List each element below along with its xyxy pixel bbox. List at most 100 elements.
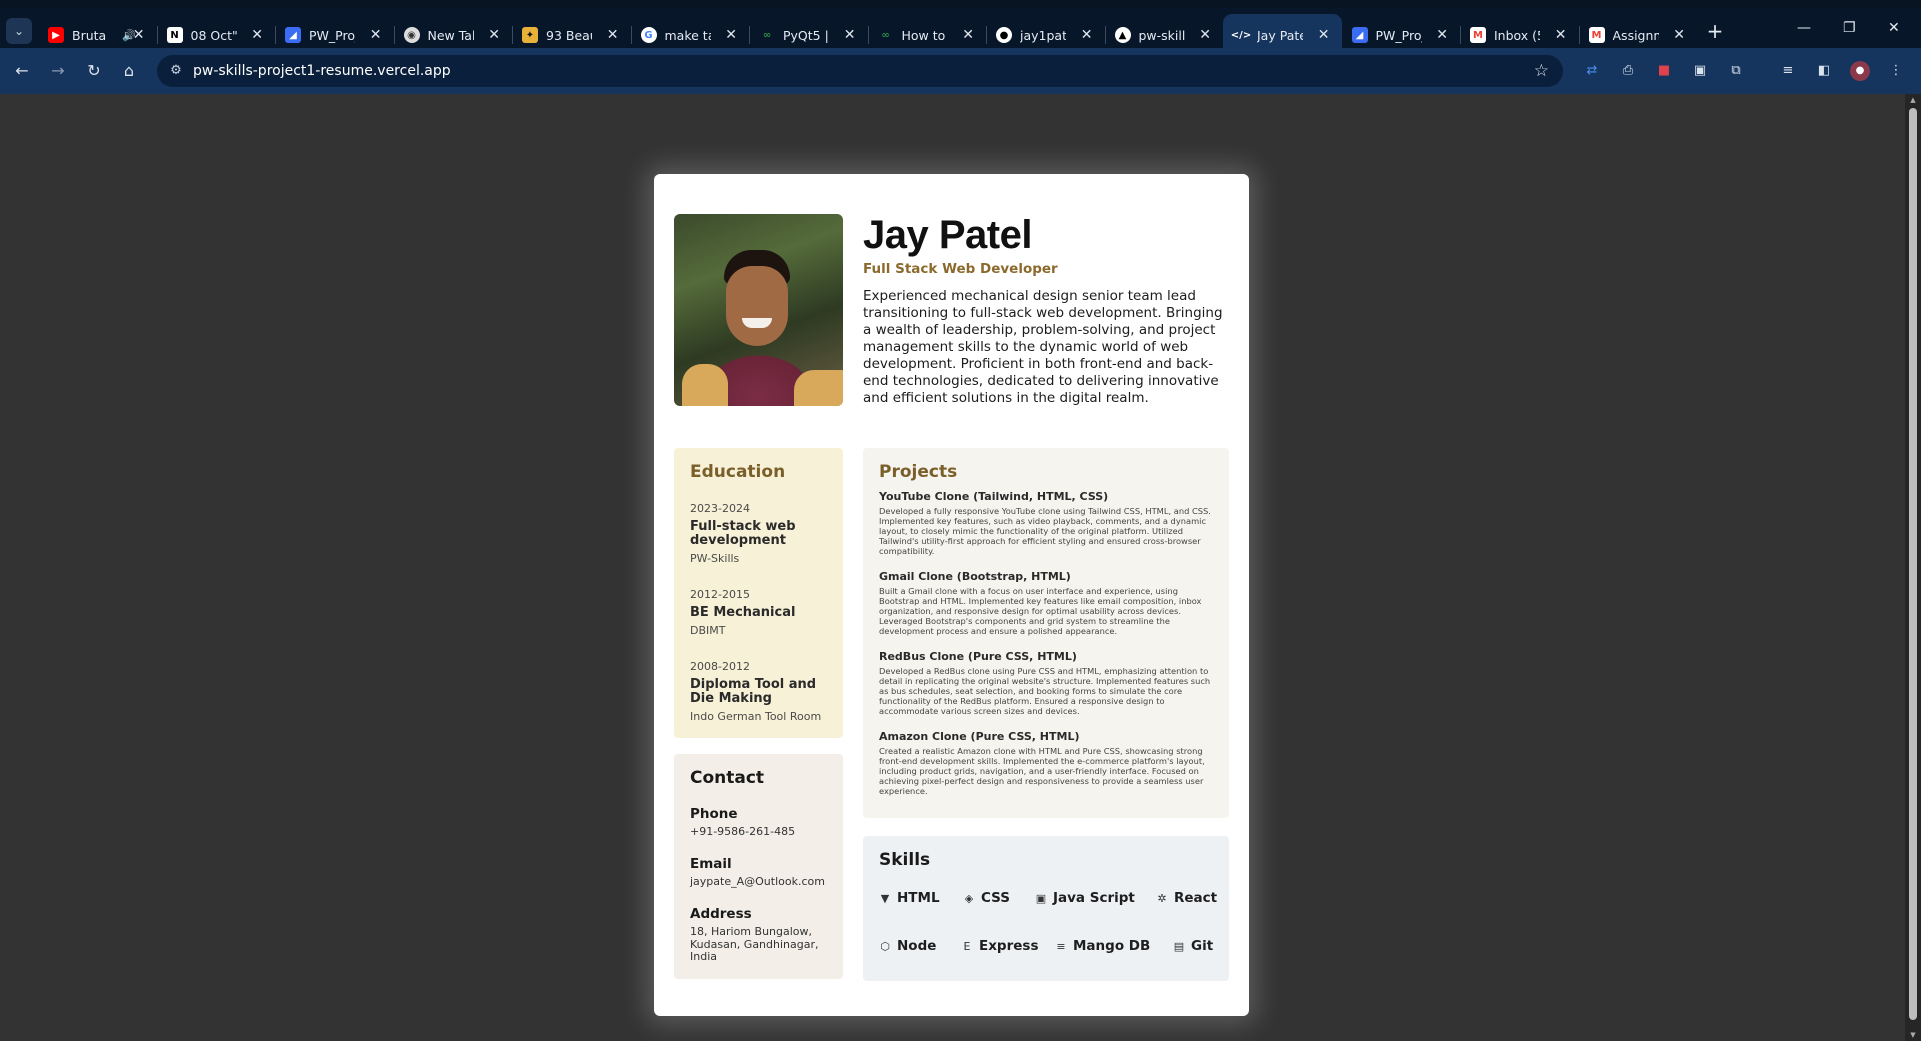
project-item: Gmail Clone (Bootstrap, HTML) Built a Gm… (879, 570, 1214, 636)
tab-title: 93 Beaut (546, 27, 592, 43)
tab-title: jay1patel (1020, 27, 1066, 43)
close-tab-icon[interactable]: ✕ (1318, 26, 1330, 44)
forward-arrow-icon[interactable]: → (46, 59, 70, 83)
skill-label: HTML (897, 890, 940, 906)
database-icon: ≡ (1056, 939, 1066, 953)
skill-label: Git (1191, 938, 1214, 954)
skill-javascript: ▣ Java Script (1035, 890, 1135, 906)
express-icon: E (963, 939, 971, 953)
phone-label: Phone (690, 806, 738, 822)
tab-title: 08 Oct"2 (190, 27, 237, 43)
contact-address: Address 18, Hariom Bungalow, Kudasan, Ga… (690, 906, 820, 964)
close-tab-icon[interactable]: ✕ (844, 26, 856, 44)
side-panel-icon[interactable]: ◧ (1814, 61, 1834, 81)
scroll-thumb[interactable] (1909, 108, 1917, 1020)
gfg-icon: ∞ (762, 29, 772, 41)
skill-express: E Express (961, 938, 1039, 954)
minimize-icon[interactable]: — (1797, 20, 1811, 36)
skill-react: ✲ React (1156, 890, 1217, 906)
url-text[interactable]: pw-skills-project1-resume.vercel.app (193, 62, 451, 80)
new-tab-plus-icon[interactable]: + (1702, 18, 1728, 44)
education-heading: Education (690, 462, 786, 482)
notion-icon: N (166, 27, 183, 43)
address-value: 18, Hariom Bungalow, Kudasan, Gandhinaga… (690, 925, 819, 963)
email-value: jaypate_A@Outlook.com (690, 875, 825, 888)
close-tab-icon[interactable]: ✕ (725, 26, 737, 44)
bookmark-star-icon[interactable]: ☆ (1534, 61, 1549, 81)
project-description: Developed a RedBus clone using Pure CSS … (879, 666, 1211, 716)
close-tab-icon[interactable]: ✕ (962, 26, 974, 44)
education-degree: BE Mechanical (690, 605, 796, 620)
tab-title: PW_Proj (309, 27, 355, 43)
restore-icon[interactable]: ❐ (1843, 20, 1856, 36)
skills-heading: Skills (879, 850, 931, 870)
reload-icon[interactable]: ↻ (82, 59, 106, 83)
tab-title: PW_Proj (1375, 27, 1422, 43)
skill-label: Node (897, 938, 937, 954)
education-years: 2012-2015 (690, 588, 750, 601)
pw-icon: ◢ (285, 27, 301, 43)
project-title: RedBus Clone (Pure CSS, HTML) (879, 650, 1077, 663)
resume-card: Jay Patel Full Stack Web Developer Exper… (654, 174, 1249, 1016)
education-item: 2008-2012 Diploma Tool and Die Making In… (690, 660, 835, 724)
close-tab-icon[interactable]: ✕ (1436, 26, 1448, 44)
project-item: RedBus Clone (Pure CSS, HTML) Developed … (879, 650, 1214, 716)
github-icon: ● (996, 27, 1012, 43)
media-controls-icon[interactable]: ≡ (1778, 61, 1798, 81)
tab-title: make tab (664, 27, 711, 43)
screen-capture-icon[interactable]: ▣ (1690, 61, 1710, 81)
extension-red-icon[interactable]: ■ (1654, 61, 1674, 81)
address-bar[interactable]: ⚙ pw-skills-project1-resume.vercel.app ☆ (157, 55, 1563, 87)
close-tab-icon[interactable]: ✕ (1673, 26, 1685, 44)
contact-email: Email jaypate_A@Outlook.com (690, 856, 835, 889)
close-tab-icon[interactable]: ✕ (370, 26, 382, 44)
close-tab-icon[interactable]: ✕ (607, 26, 619, 44)
contact-phone: Phone +91-9586-261-485 (690, 806, 835, 839)
close-tab-icon[interactable]: ✕ (488, 26, 500, 44)
gfg-icon: ∞ (881, 29, 890, 41)
back-arrow-icon[interactable]: ← (10, 59, 34, 83)
menu-kebab-icon[interactable]: ⋮ (1886, 61, 1906, 81)
react-icon: ✲ (1157, 891, 1167, 905)
tab-title: How to c (901, 27, 948, 43)
browser-toolbar: ← → ↻ ⌂ ⚙ pw-skills-project1-resume.verc… (0, 48, 1921, 94)
scroll-up-arrow-icon[interactable]: ▲ (1909, 96, 1917, 104)
tab-title: New Tab (427, 27, 474, 43)
home-icon[interactable]: ⌂ (117, 59, 141, 83)
git-icon: ▤ (1173, 939, 1185, 953)
profile-avatar-icon[interactable]: ● (1850, 61, 1870, 81)
print-icon[interactable]: ⎙ (1618, 61, 1638, 81)
translate-icon[interactable]: ⇄ (1582, 61, 1602, 81)
close-tab-icon[interactable]: ✕ (1199, 26, 1211, 44)
contact-section: Contact Phone +91-9586-261-485 Email jay… (674, 754, 843, 979)
skill-label: Java Script (1053, 890, 1135, 906)
close-tab-icon[interactable]: ✕ (133, 26, 145, 44)
site-settings-icon[interactable]: ⚙ (167, 62, 185, 80)
tab-search-icon[interactable]: ⌄ (6, 18, 32, 44)
tab-title: Assignm (1612, 27, 1659, 43)
project-item: Amazon Clone (Pure CSS, HTML) Created a … (879, 730, 1214, 796)
skill-node: ⬡ Node (879, 938, 936, 954)
close-tab-icon[interactable]: ✕ (251, 26, 263, 44)
pw-icon: ◢ (1351, 27, 1368, 43)
education-years: 2008-2012 (690, 660, 750, 673)
tab-title: pw-skills (1138, 27, 1185, 43)
project-title: Gmail Clone (Bootstrap, HTML) (879, 570, 1071, 583)
scroll-down-arrow-icon[interactable]: ▼ (1909, 1031, 1917, 1039)
vercel-icon: ▲ (1114, 27, 1131, 43)
html5-icon: ▼ (880, 891, 890, 905)
contact-heading: Contact (690, 768, 765, 788)
profile-summary: Experienced mechanical design senior tea… (863, 288, 1223, 406)
extensions-puzzle-icon[interactable]: ⧉ (1726, 61, 1746, 81)
job-title: Full Stack Web Developer (863, 261, 1058, 277)
project-item: YouTube Clone (Tailwind, HTML, CSS) Deve… (879, 490, 1214, 556)
page-scrollbar[interactable]: ▲ ▼ (1905, 94, 1921, 1041)
close-tab-icon[interactable]: ✕ (1555, 26, 1567, 44)
skill-label: CSS (981, 890, 1010, 906)
css3-icon: ◈ (964, 891, 974, 905)
window-close-icon[interactable]: ✕ (1888, 20, 1900, 36)
close-tab-icon[interactable]: ✕ (1081, 26, 1093, 44)
chrome-icon: ◉ (403, 27, 420, 43)
skill-label: Mango DB (1073, 938, 1151, 954)
gmail-icon: M (1470, 27, 1486, 43)
